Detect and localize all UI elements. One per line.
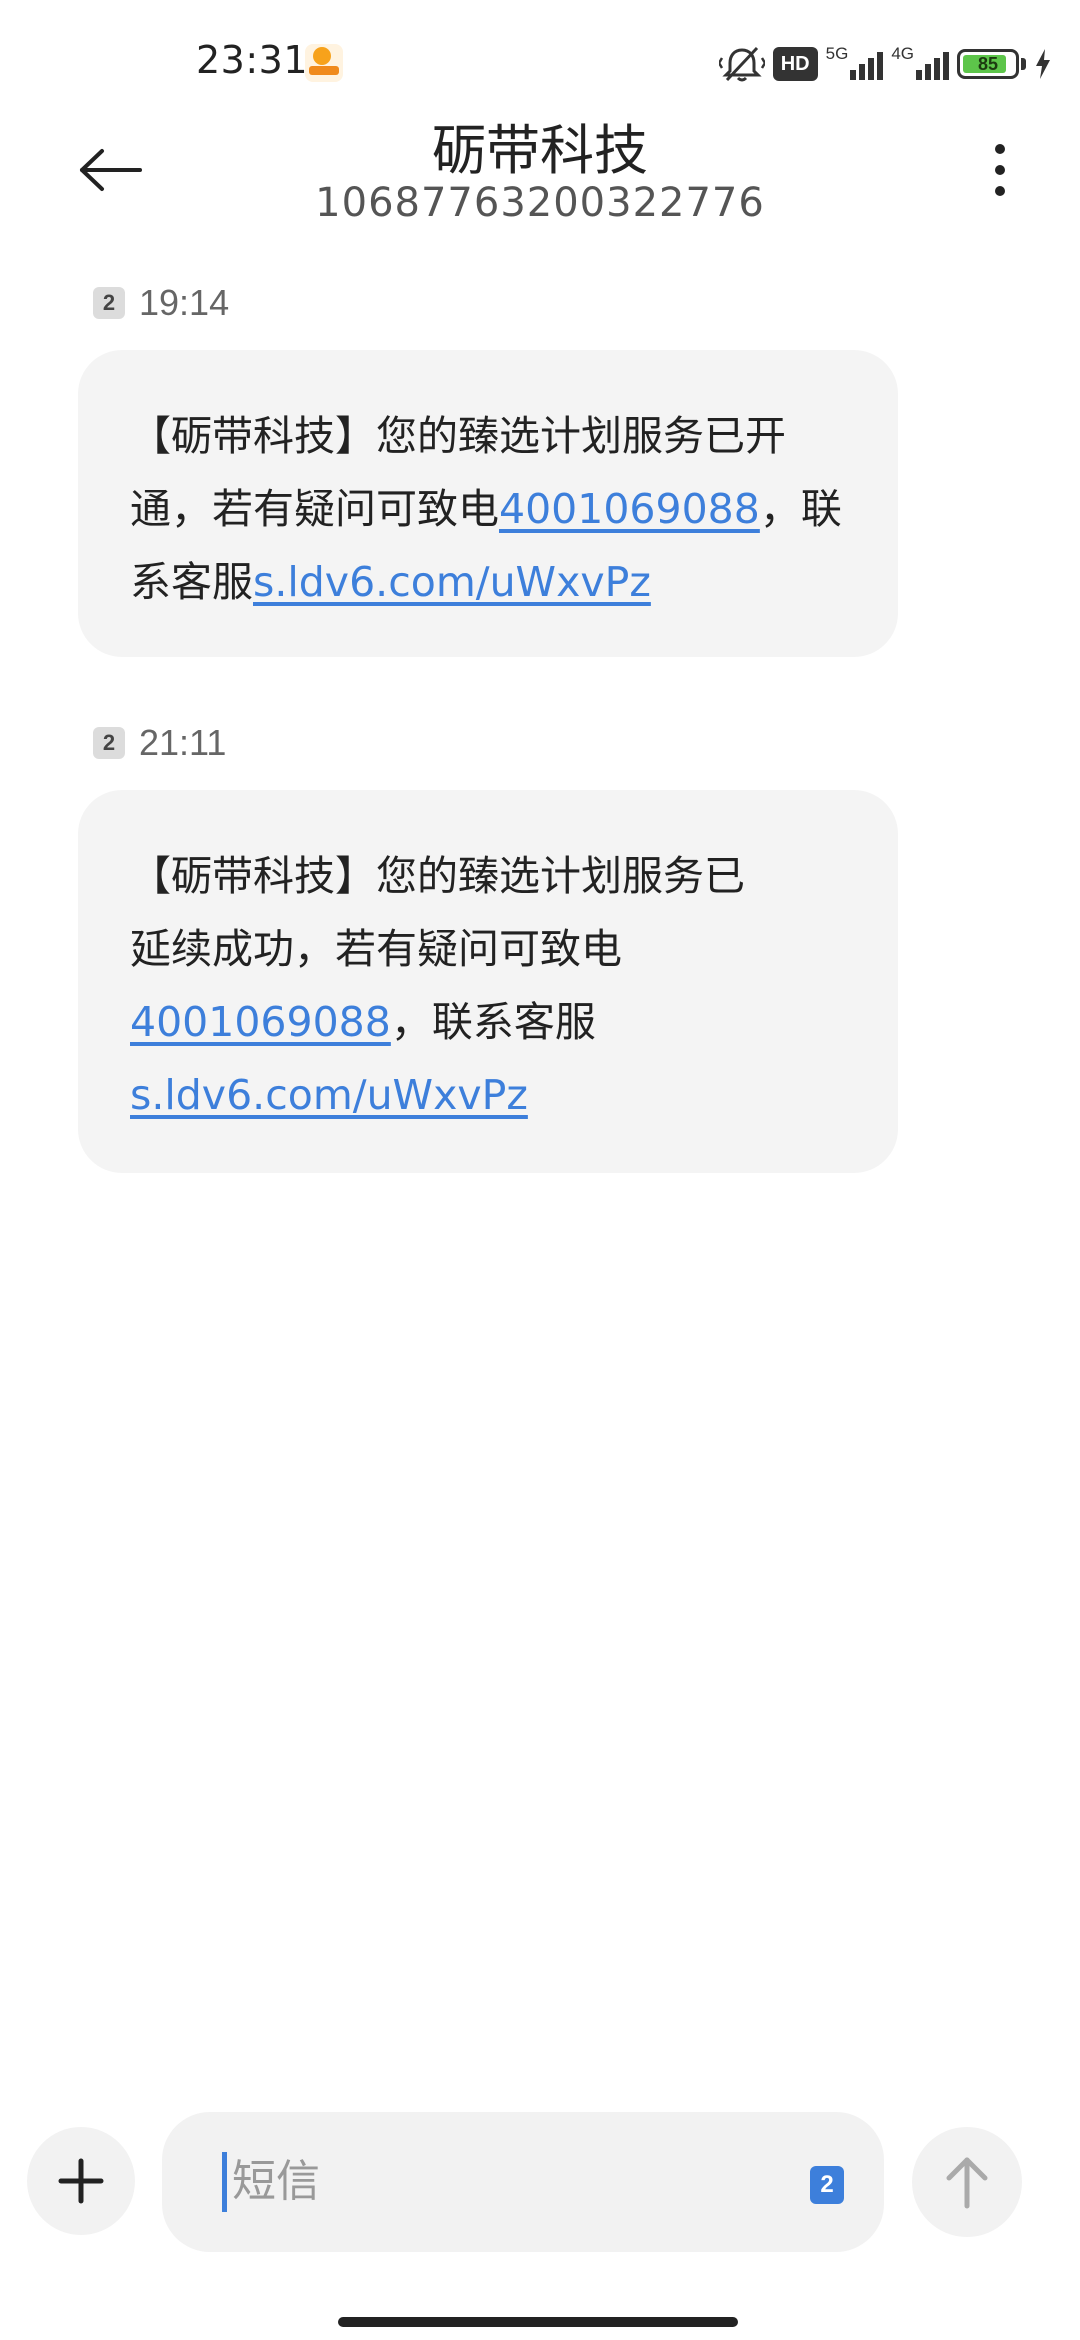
sim-card-icon: 2 — [93, 287, 125, 319]
home-indicator[interactable] — [338, 2317, 738, 2327]
message-text: 【砺带科技】您的臻选计划服务已延续成功，若有疑问可致电 — [130, 852, 745, 973]
message-input[interactable]: 短信 2 — [162, 2112, 884, 2252]
signal-icon — [916, 48, 949, 80]
signal-icon — [850, 48, 884, 80]
conversation-header: 砺带科技 10687763200322776 — [0, 100, 1080, 250]
phone-link[interactable]: 4001069088 — [499, 485, 760, 533]
add-attachment-button[interactable] — [27, 2127, 135, 2235]
network-5g-label: 5G — [825, 44, 849, 63]
more-options-button[interactable] — [960, 130, 1040, 210]
network-4g-label: 4G — [891, 44, 914, 63]
sim-card-icon: 2 — [93, 727, 125, 759]
message-meta: 2 19:14 — [93, 282, 229, 324]
status-icons: HD 5G 4G 85 — [718, 42, 1052, 86]
battery-icon: 85 — [957, 49, 1019, 79]
phone-link[interactable]: 4001069088 — [130, 998, 391, 1046]
message-time: 21:11 — [139, 722, 227, 763]
contact-name: 砺带科技 — [432, 119, 648, 182]
message-text: ，联系客服 — [390, 998, 596, 1046]
message-meta: 2 21:11 — [93, 722, 226, 764]
url-link[interactable]: s.ldv6.com/uWxvPz — [253, 558, 651, 606]
message-time: 19:14 — [139, 282, 230, 323]
message-bubble[interactable]: 【砺带科技】您的臻选计划服务已开通，若有疑问可致电4001069088，联系客服… — [78, 350, 898, 657]
plus-icon — [58, 2158, 104, 2204]
contact-number: 10687763200322776 — [315, 180, 765, 226]
app-notification-icon — [305, 44, 343, 82]
url-link[interactable]: s.ldv6.com/uWxvPz — [130, 1071, 528, 1119]
mute-vibrate-icon — [718, 44, 765, 84]
charging-icon — [1034, 49, 1052, 79]
message-bubble[interactable]: 【砺带科技】您的臻选计划服务已延续成功，若有疑问可致电 4001069088，联系… — [78, 790, 898, 1173]
battery-cap — [1021, 58, 1026, 70]
message-input-placeholder: 短信 — [232, 2156, 320, 2207]
battery-level: 85 — [977, 53, 999, 74]
send-arrow-up-icon — [946, 2157, 988, 2209]
status-time: 23:31 — [196, 38, 309, 82]
hd-voice-icon: HD — [772, 47, 818, 81]
more-vertical-icon — [995, 144, 1005, 196]
sim-select-button[interactable]: 2 — [810, 2166, 844, 2204]
send-button[interactable] — [912, 2127, 1022, 2237]
text-caret — [222, 2152, 227, 2212]
